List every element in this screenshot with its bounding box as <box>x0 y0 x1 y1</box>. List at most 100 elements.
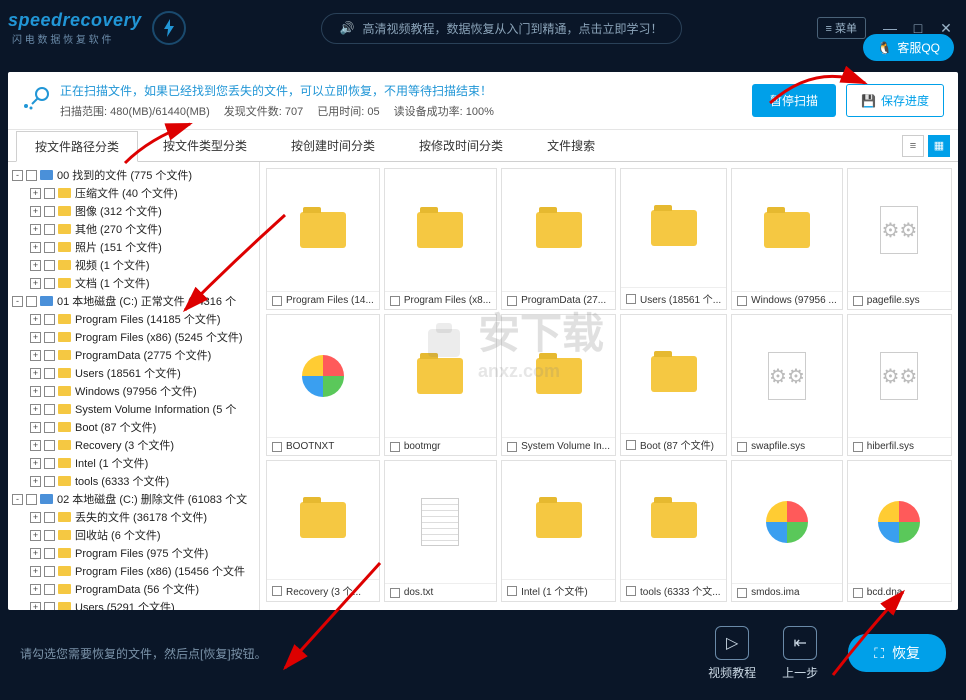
grid-item[interactable]: tools (6333 个文... <box>620 460 727 602</box>
tree-node[interactable]: +Program Files (14185 个文件) <box>8 310 259 328</box>
item-checkbox[interactable] <box>507 586 517 596</box>
grid-item[interactable]: Recovery (3 个... <box>266 460 380 602</box>
recover-button[interactable]: ⛶ 恢复 <box>848 634 946 672</box>
tree-checkbox[interactable] <box>44 404 55 415</box>
tree-node[interactable]: +Recovery (3 个文件) <box>8 436 259 454</box>
tree-node[interactable]: +Users (5291 个文件) <box>8 598 259 610</box>
tree-checkbox[interactable] <box>44 566 55 577</box>
tree-node[interactable]: +丢失的文件 (36178 个文件) <box>8 508 259 526</box>
tree-node[interactable]: +Intel (1 个文件) <box>8 454 259 472</box>
grid-item[interactable]: System Volume In... <box>501 314 616 456</box>
item-checkbox[interactable] <box>737 588 747 598</box>
grid-item[interactable]: dos.txt <box>384 460 497 602</box>
tree-toggle-icon[interactable]: + <box>30 188 41 199</box>
item-checkbox[interactable] <box>507 296 517 306</box>
tree-checkbox[interactable] <box>44 350 55 361</box>
tab-search[interactable]: 文件搜索 <box>528 130 614 161</box>
tree-toggle-icon[interactable]: + <box>30 224 41 235</box>
video-tutorial-button[interactable]: ▷ 视频教程 <box>708 626 756 681</box>
item-checkbox[interactable] <box>626 440 636 450</box>
tree-toggle-icon[interactable]: + <box>30 602 41 611</box>
tree-node[interactable]: +其他 (270 个文件) <box>8 220 259 238</box>
banner[interactable]: 🔊 高清视频教程，数据恢复从入门到精通，点击立即学习！ <box>186 13 817 44</box>
tree-toggle-icon[interactable]: - <box>12 170 23 181</box>
menu-button[interactable]: ≡ 菜单 <box>817 17 866 39</box>
item-checkbox[interactable] <box>853 442 863 452</box>
grid-item[interactable]: BOOTNXT <box>266 314 380 456</box>
tree-node[interactable]: +回收站 (6 个文件) <box>8 526 259 544</box>
tree-checkbox[interactable] <box>44 224 55 235</box>
tree-checkbox[interactable] <box>44 332 55 343</box>
item-checkbox[interactable] <box>272 442 282 452</box>
tree-node[interactable]: +Program Files (975 个文件) <box>8 544 259 562</box>
tree-toggle-icon[interactable]: + <box>30 440 41 451</box>
tree-toggle-icon[interactable]: - <box>12 296 23 307</box>
tree-checkbox[interactable] <box>44 422 55 433</box>
grid-item[interactable]: Windows (97956 ... <box>731 168 843 310</box>
tree-node[interactable]: +视频 (1 个文件) <box>8 256 259 274</box>
tree-node[interactable]: +压缩文件 (40 个文件) <box>8 184 259 202</box>
grid-item[interactable]: Program Files (14... <box>266 168 380 310</box>
grid-item[interactable]: ⚙⚙pagefile.sys <box>847 168 952 310</box>
tree-toggle-icon[interactable]: + <box>30 458 41 469</box>
item-checkbox[interactable] <box>390 296 400 306</box>
tree-checkbox[interactable] <box>44 368 55 379</box>
tree-node[interactable]: -01 本地磁盘 (C:) 正常文件 (14316 个 <box>8 292 259 310</box>
grid-item[interactable]: ProgramData (27... <box>501 168 616 310</box>
tree-node[interactable]: +Program Files (x86) (15456 个文件 <box>8 562 259 580</box>
item-checkbox[interactable] <box>390 588 400 598</box>
item-checkbox[interactable] <box>626 586 636 596</box>
tree-node[interactable]: +文档 (1 个文件) <box>8 274 259 292</box>
grid-panel[interactable]: Program Files (14...Program Files (x8...… <box>260 162 958 610</box>
tab-modified[interactable]: 按修改时间分类 <box>400 130 522 161</box>
grid-item[interactable]: Intel (1 个文件) <box>501 460 616 602</box>
grid-item[interactable]: ⚙⚙hiberfil.sys <box>847 314 952 456</box>
item-checkbox[interactable] <box>853 588 863 598</box>
grid-item[interactable]: Program Files (x8... <box>384 168 497 310</box>
tree-node[interactable]: +tools (6333 个文件) <box>8 472 259 490</box>
tab-created[interactable]: 按创建时间分类 <box>272 130 394 161</box>
tree-checkbox[interactable] <box>44 260 55 271</box>
tree-checkbox[interactable] <box>44 242 55 253</box>
pause-scan-button[interactable]: 暂停扫描 <box>752 84 836 117</box>
tree-toggle-icon[interactable]: + <box>30 260 41 271</box>
tab-path[interactable]: 按文件路径分类 <box>16 131 138 162</box>
tree-toggle-icon[interactable]: + <box>30 206 41 217</box>
back-button[interactable]: ⇤ 上一步 <box>782 626 818 681</box>
item-checkbox[interactable] <box>737 442 747 452</box>
item-checkbox[interactable] <box>272 296 282 306</box>
tree-toggle-icon[interactable]: + <box>30 404 41 415</box>
tree-checkbox[interactable] <box>44 278 55 289</box>
tree-checkbox[interactable] <box>44 530 55 541</box>
item-checkbox[interactable] <box>737 296 747 306</box>
tree-toggle-icon[interactable]: + <box>30 584 41 595</box>
tree-node[interactable]: +Users (18561 个文件) <box>8 364 259 382</box>
tree-node[interactable]: +照片 (151 个文件) <box>8 238 259 256</box>
tree-checkbox[interactable] <box>26 170 37 181</box>
item-checkbox[interactable] <box>626 294 636 304</box>
tree-node[interactable]: +Boot (87 个文件) <box>8 418 259 436</box>
tree-checkbox[interactable] <box>44 188 55 199</box>
tree-toggle-icon[interactable]: + <box>30 422 41 433</box>
tree-checkbox[interactable] <box>44 584 55 595</box>
grid-item[interactable]: smdos.ima <box>731 460 843 602</box>
tree-checkbox[interactable] <box>26 494 37 505</box>
tree-toggle-icon[interactable]: + <box>30 548 41 559</box>
grid-item[interactable]: Boot (87 个文件) <box>620 314 727 456</box>
tree-node[interactable]: +图像 (312 个文件) <box>8 202 259 220</box>
tree-toggle-icon[interactable]: + <box>30 332 41 343</box>
grid-item[interactable]: ⚙⚙swapfile.sys <box>731 314 843 456</box>
tree-checkbox[interactable] <box>44 206 55 217</box>
tree-toggle-icon[interactable]: + <box>30 314 41 325</box>
item-checkbox[interactable] <box>390 442 400 452</box>
tree-checkbox[interactable] <box>44 548 55 559</box>
tree-checkbox[interactable] <box>44 458 55 469</box>
tree-panel[interactable]: -00 找到的文件 (775 个文件)+压缩文件 (40 个文件)+图像 (31… <box>8 162 260 610</box>
grid-item[interactable]: bcd.dna <box>847 460 952 602</box>
tree-toggle-icon[interactable]: + <box>30 476 41 487</box>
view-grid-button[interactable]: ▦ <box>928 135 950 157</box>
tree-toggle-icon[interactable]: - <box>12 494 23 505</box>
tree-toggle-icon[interactable]: + <box>30 386 41 397</box>
tree-toggle-icon[interactable]: + <box>30 242 41 253</box>
tree-node[interactable]: +ProgramData (2775 个文件) <box>8 346 259 364</box>
